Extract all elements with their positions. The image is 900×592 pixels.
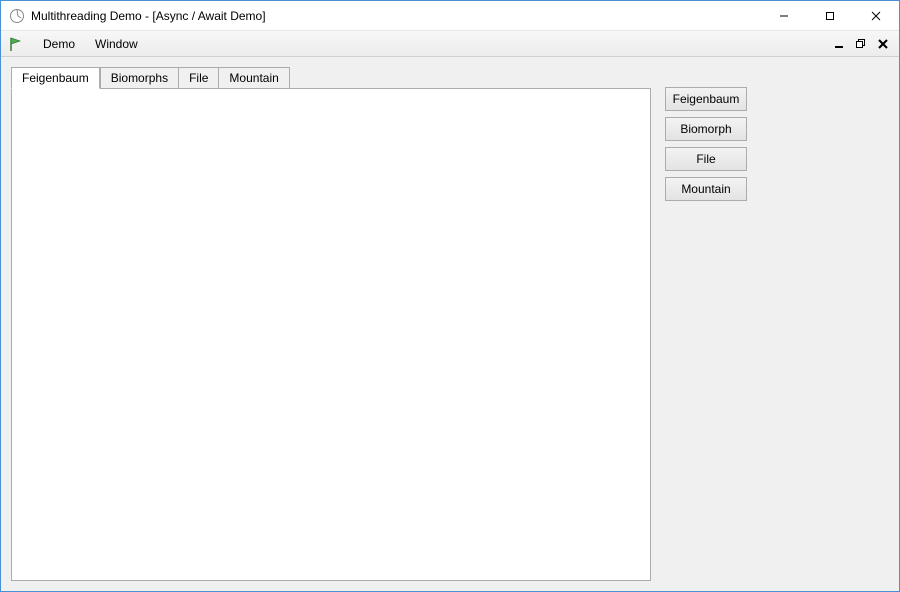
tab-mountain[interactable]: Mountain bbox=[219, 67, 289, 88]
button-panel: Feigenbaum Biomorph File Mountain bbox=[665, 67, 889, 581]
menu-window[interactable]: Window bbox=[85, 34, 148, 54]
biomorph-button[interactable]: Biomorph bbox=[665, 117, 747, 141]
maximize-button[interactable] bbox=[807, 1, 853, 30]
app-icon bbox=[9, 8, 25, 24]
run-flag-icon[interactable] bbox=[7, 35, 25, 53]
tab-control: Feigenbaum Biomorphs File Mountain bbox=[11, 67, 651, 581]
titlebar: Multithreading Demo - [Async / Await Dem… bbox=[1, 1, 899, 31]
close-button[interactable] bbox=[853, 1, 899, 30]
mdi-minimize-icon[interactable] bbox=[831, 36, 847, 52]
menu-demo[interactable]: Demo bbox=[33, 34, 85, 54]
window-title: Multithreading Demo - [Async / Await Dem… bbox=[31, 9, 761, 23]
mountain-button[interactable]: Mountain bbox=[665, 177, 747, 201]
menubar: Demo Window bbox=[1, 31, 899, 57]
mdi-restore-icon[interactable] bbox=[853, 36, 869, 52]
window-controls bbox=[761, 1, 899, 30]
tab-file[interactable]: File bbox=[179, 67, 219, 88]
mdi-close-icon[interactable] bbox=[875, 36, 891, 52]
file-button[interactable]: File bbox=[665, 147, 747, 171]
tab-feigenbaum[interactable]: Feigenbaum bbox=[11, 67, 100, 89]
tab-biomorphs[interactable]: Biomorphs bbox=[100, 67, 179, 88]
tab-strip: Feigenbaum Biomorphs File Mountain bbox=[11, 67, 651, 88]
minimize-button[interactable] bbox=[761, 1, 807, 30]
feigenbaum-button[interactable]: Feigenbaum bbox=[665, 87, 747, 111]
tab-page bbox=[11, 88, 651, 581]
mdi-controls bbox=[831, 36, 899, 52]
client-area: Feigenbaum Biomorphs File Mountain Feige… bbox=[1, 57, 899, 591]
main-window: Multithreading Demo - [Async / Await Dem… bbox=[0, 0, 900, 592]
